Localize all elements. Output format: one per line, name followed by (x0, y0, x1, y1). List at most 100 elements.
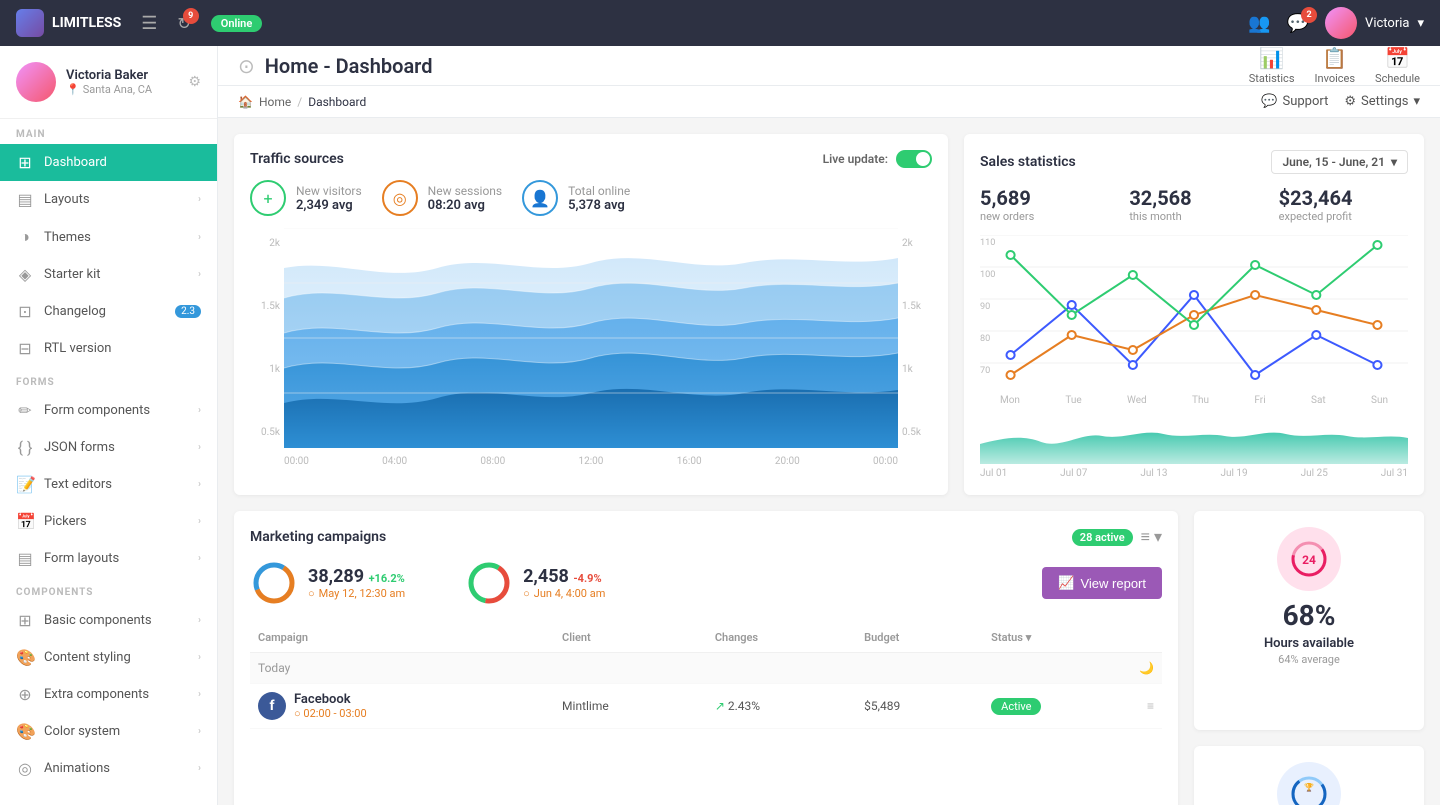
statistics-action[interactable]: 📊 Statistics (1249, 46, 1295, 85)
sales-month: 32,568 this month (1129, 186, 1258, 223)
new-sessions-stat: ◎ New sessions 08:20 avg (382, 180, 502, 216)
animations-icon: ◎ (16, 759, 34, 778)
sidebar-item-color-system[interactable]: 🎨 Color system › (0, 713, 217, 750)
hours-label: Hours available (1264, 636, 1354, 651)
sessions-label: New sessions (428, 184, 502, 198)
hours-widget: 24 68% Hours available 64% average (1194, 511, 1424, 730)
dropdown-icon: ▾ (1391, 155, 1397, 169)
campaign-stat-1: 38,289 +16.2% ○ May 12, 12:30 am (250, 559, 405, 607)
breadcrumb: 🏠 Home / Dashboard (238, 95, 366, 109)
sidebar-item-json-forms[interactable]: { } JSON forms › (0, 429, 217, 466)
sidebar-item-basic-components[interactable]: ⊞ Basic components › (0, 602, 217, 639)
gear-icon[interactable]: ⚙ (188, 74, 201, 90)
schedule-icon: 📅 (1385, 46, 1410, 70)
pickers-icon: 📅 (16, 512, 34, 531)
schedule-action[interactable]: 📅 Schedule (1375, 46, 1420, 85)
refresh-button[interactable]: ↻ 9 (177, 14, 190, 33)
arrow-icon: › (198, 763, 201, 774)
changes-value: 2.43% (728, 699, 760, 713)
sidebar-item-label: RTL version (44, 341, 201, 356)
sidebar-item-label: Dashboard (44, 155, 201, 170)
bar-chart-svg (980, 414, 1408, 464)
wave-chart-svg (284, 228, 898, 448)
traffic-card-title: Traffic sources Live update: (250, 150, 932, 168)
date-range-text: June, 15 - June, 21 (1282, 155, 1384, 169)
sidebar-section-forms: FORMS (0, 367, 217, 392)
sidebar-item-extra-components[interactable]: ⊕ Extra components › (0, 676, 217, 713)
sidebar-item-label: Extra components (44, 687, 188, 702)
traffic-title-text: Traffic sources (250, 151, 344, 167)
wave-chart-container: 2k 1.5k 1k 0.5k (250, 228, 932, 467)
stat1-change: +16.2% (369, 572, 405, 585)
sidebar-item-label: Color system (44, 724, 188, 739)
invoices-icon: 📋 (1322, 46, 1347, 70)
user-avatar (1325, 7, 1357, 39)
campaign-title: Marketing campaigns (250, 529, 386, 545)
sidebar-user-location: 📍 Santa Ana, CA (66, 83, 178, 96)
stat2-date: ○ Jun 4, 4:00 am (523, 587, 605, 600)
messages-badge: 2 (1301, 7, 1317, 23)
sidebar-item-animations[interactable]: ◎ Animations › (0, 750, 217, 787)
arrow-icon: › (198, 652, 201, 663)
sidebar-item-rtl[interactable]: ⊟ RTL version (0, 330, 217, 367)
settings-button[interactable]: ⚙ Settings ▾ (1344, 94, 1420, 109)
orders-label: new orders (980, 210, 1109, 223)
table-row[interactable]: f Facebook ○ 02:00 - 03:00 (250, 684, 1162, 729)
sidebar-item-layouts[interactable]: ▤ Layouts › (0, 181, 217, 218)
logo[interactable]: LIMITLESS (16, 9, 121, 37)
sales-statistics-card: Sales statistics June, 15 - June, 21 ▾ 5… (964, 134, 1424, 495)
sidebar-user-name: Victoria Baker (66, 68, 178, 83)
sessions-value: 08:20 avg (428, 198, 502, 213)
sessions-icon: ◎ (382, 180, 418, 216)
visitors-label: New visitors (296, 184, 362, 198)
report-label: View report (1080, 576, 1146, 591)
schedule-label: Schedule (1375, 72, 1420, 85)
sidebar-item-text-editors[interactable]: 📝 Text editors › (0, 466, 217, 503)
sidebar-section-main: MAIN (0, 119, 217, 144)
sidebar-item-pickers[interactable]: 📅 Pickers › (0, 503, 217, 540)
stat2-change: -4.9% (573, 572, 601, 585)
marketing-campaigns-card: Marketing campaigns 28 active ≡ ▾ (234, 511, 1178, 805)
sidebar-item-starter-kit[interactable]: ◈ Starter kit › (0, 256, 217, 293)
statistics-icon: 📊 (1259, 46, 1284, 70)
invoices-action[interactable]: 📋 Invoices (1315, 46, 1356, 85)
live-update-toggle[interactable] (896, 150, 932, 168)
sales-profit: $23,464 expected profit (1279, 186, 1408, 223)
breadcrumb-current: Dashboard (308, 95, 366, 109)
json-forms-icon: { } (16, 438, 34, 457)
sidebar-item-dashboard[interactable]: ⊞ Dashboard (0, 144, 217, 181)
status-badge: Active (991, 698, 1041, 715)
sidebar-item-form-layouts[interactable]: ▤ Form layouts › (0, 540, 217, 577)
user-menu[interactable]: Victoria ▾ (1325, 7, 1424, 39)
sidebar-item-changelog[interactable]: ⊡ Changelog 2.3 (0, 293, 217, 330)
user-info: Victoria Baker 📍 Santa Ana, CA (66, 68, 178, 96)
date-range-select[interactable]: June, 15 - June, 21 ▾ (1271, 150, 1408, 174)
budget-cell: $5,489 (856, 684, 983, 729)
campaign-menu-button[interactable]: ≡ ▾ (1141, 527, 1162, 547)
support-button[interactable]: 💬 Support (1261, 94, 1328, 109)
col-status: Status ▾ (983, 623, 1162, 653)
messages-button[interactable]: 💬 2 (1287, 13, 1309, 34)
x-axis-labels: 00:00 04:00 08:00 12:00 16:00 20:00 00:0… (250, 456, 932, 467)
y-axis-right: 2k 1.5k 1k 0.5k (902, 228, 932, 448)
row-menu-icon[interactable]: ≡ (1147, 699, 1154, 713)
menu-icon[interactable]: ☰ (141, 13, 157, 34)
arrow-icon: › (198, 405, 201, 416)
view-report-button[interactable]: 📈 View report (1042, 567, 1162, 599)
toggle-dot (916, 152, 930, 166)
sales-metrics: 5,689 new orders 32,568 this month $23,4… (980, 186, 1408, 223)
active-count-badge: 28 active (1072, 529, 1133, 546)
breadcrumb-home[interactable]: Home (259, 95, 291, 109)
sidebar-item-content-styling[interactable]: 🎨 Content styling › (0, 639, 217, 676)
arrow-icon: › (198, 553, 201, 564)
sales-title-text: Sales statistics (980, 154, 1076, 170)
top-navigation: LIMITLESS ☰ ↻ 9 Online 👥 💬 2 Victoria ▾ (0, 0, 1440, 46)
col-campaign: Campaign (250, 623, 554, 653)
users-icon-button[interactable]: 👥 (1248, 13, 1270, 34)
invoices-label: Invoices (1315, 72, 1356, 85)
sidebar-item-label: Changelog (44, 304, 165, 319)
sidebar-item-form-components[interactable]: ✏ Form components › (0, 392, 217, 429)
sidebar-item-label: Starter kit (44, 267, 188, 282)
sidebar-item-themes[interactable]: ◑ Themes › (0, 218, 217, 256)
main-layout: Victoria Baker 📍 Santa Ana, CA ⚙ MAIN ⊞ … (0, 46, 1440, 805)
